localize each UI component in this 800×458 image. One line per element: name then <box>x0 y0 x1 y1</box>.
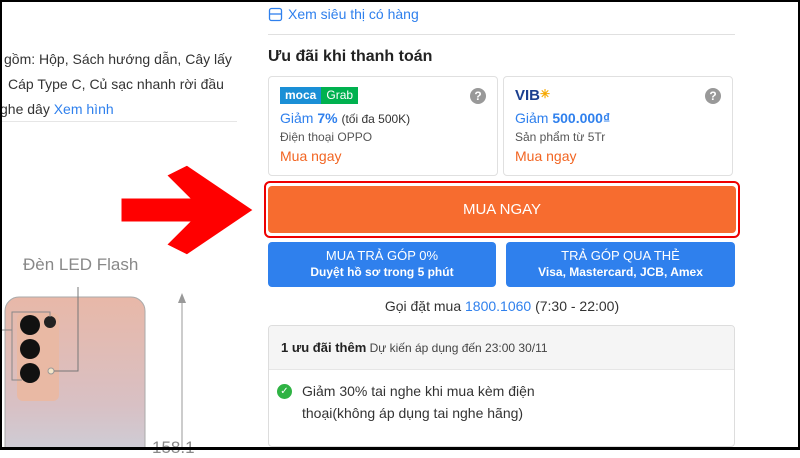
red-arrow-icon <box>118 162 258 258</box>
discount-value: 7% <box>317 110 338 126</box>
discount-value: 500.000₫ <box>552 110 611 126</box>
box-contents-description: gồm: Hộp, Sách hướng dẫn, Cây lấy Cáp Ty… <box>0 47 232 122</box>
store-link-label: Xem siêu thị có hàng <box>288 6 419 22</box>
call-to-order: Gọi đặt mua 1800.1060 (7:30 - 22:00) <box>268 298 736 314</box>
extra-promotions-box: 1 ưu đãi thêm Dự kiến áp dụng đến 23:00 … <box>268 325 735 447</box>
divider <box>0 121 237 122</box>
description-line: ghe dây <box>0 101 50 117</box>
discount-prefix: Giảm <box>515 110 549 126</box>
buy-now-link[interactable]: Mua ngay <box>280 148 486 164</box>
button-subtitle: Visa, Mastercard, JCB, Amex <box>538 265 703 279</box>
divider <box>268 34 735 35</box>
promo-header: 1 ưu đãi thêm Dự kiến áp dụng đến 23:00 … <box>269 326 734 370</box>
buy-now-link[interactable]: Mua ngay <box>515 148 721 164</box>
button-title: TRẢ GÓP QUA THẺ <box>561 248 680 263</box>
call-hours: (7:30 - 22:00) <box>535 298 620 314</box>
see-image-link[interactable]: Xem hình <box>54 101 114 117</box>
moca-grab-logo: moca Grab <box>280 87 486 104</box>
buy-now-button[interactable]: MUA NGAY <box>268 186 736 233</box>
check-icon: ✓ <box>277 384 292 399</box>
discount-note: (tối đa 500K) <box>341 112 411 126</box>
installment-button[interactable]: MUA TRẢ GÓP 0% Duyệt hồ sơ trong 5 phút <box>268 242 496 287</box>
payment-offers-heading: Ưu đãi khi thanh toán <box>268 48 433 65</box>
store-icon <box>268 7 283 21</box>
offer-condition: Điện thoại OPPO <box>280 130 373 144</box>
button-subtitle: Duyệt hồ sơ trong 5 phút <box>310 265 454 279</box>
description-line: gồm: Hộp, Sách hướng dẫn, Cây lấy <box>4 51 232 67</box>
call-prefix: Gọi đặt mua <box>384 298 462 314</box>
store-availability-link[interactable]: Xem siêu thị có hàng <box>268 6 419 22</box>
card-installment-button[interactable]: TRẢ GÓP QUA THẺ Visa, Mastercard, JCB, A… <box>506 242 735 287</box>
discount-prefix: Giảm <box>280 110 314 126</box>
vib-offer-card[interactable]: ? VIB✳ Giảm 500.000₫ Sản phẩm từ 5Tr Mua… <box>503 76 733 176</box>
description-line: Cáp Type C, Củ sạc nhanh rời đầu <box>8 76 224 92</box>
promo-count: 1 ưu đãi thêm <box>281 340 367 355</box>
offer-condition: Sản phẩm từ 5Tr <box>515 130 606 144</box>
help-icon[interactable]: ? <box>705 88 721 104</box>
dimension-label: 158.1 <box>152 438 195 457</box>
help-icon[interactable]: ? <box>470 88 486 104</box>
button-title: MUA TRẢ GÓP 0% <box>325 248 439 263</box>
phone-image <box>0 287 186 450</box>
promo-expiry: Dự kiến áp dụng đến 23:00 30/11 <box>369 341 548 355</box>
moca-grab-offer-card[interactable]: ? moca Grab Giảm 7% (tối đa 500K) Điện th… <box>268 76 498 176</box>
phone-link[interactable]: 1800.1060 <box>465 298 531 314</box>
promo-item: ✓ Giảm 30% tai nghe khi mua kèm điện tho… <box>269 370 734 434</box>
promo-item-text: Giảm 30% tai nghe khi mua kèm điện thoại… <box>302 383 535 421</box>
phone-camera-diagram: Đèn LED Flash 158.1 <box>0 255 240 457</box>
vib-logo: VIB✳ <box>515 87 551 104</box>
